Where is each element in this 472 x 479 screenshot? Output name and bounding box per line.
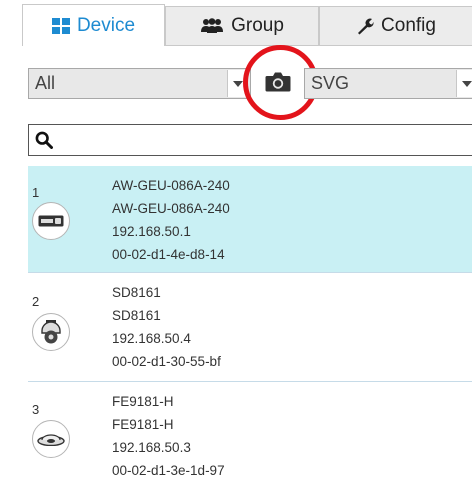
chevron-down-icon[interactable] bbox=[456, 70, 472, 97]
format-value: SVG bbox=[311, 73, 350, 93]
tab-divider bbox=[165, 45, 472, 46]
list-item[interactable]: 1 AW-GEU-086A-240 AW-GEU-086A-240 192.16… bbox=[28, 166, 472, 273]
device-details: FE9181-H FE9181-H 192.168.50.3 00-02-d1-… bbox=[112, 390, 225, 479]
device-model: SD8161 bbox=[112, 308, 161, 323]
fisheye-camera-icon bbox=[32, 420, 70, 458]
users-icon bbox=[200, 18, 224, 34]
search-box[interactable] bbox=[28, 124, 472, 156]
device-ip: 192.168.50.4 bbox=[112, 331, 191, 346]
device-ip: 192.168.50.1 bbox=[112, 224, 191, 239]
tab-config[interactable]: Config bbox=[319, 6, 472, 46]
device-panel: Device Group Config All SVG 1 AW-GEU-086… bbox=[22, 0, 472, 479]
tab-bar: Device Group Config bbox=[22, 0, 472, 46]
search-icon bbox=[29, 131, 59, 149]
device-model: FE9181-H bbox=[112, 417, 174, 432]
format-select[interactable]: SVG bbox=[304, 68, 472, 99]
device-list: 1 AW-GEU-086A-240 AW-GEU-086A-240 192.16… bbox=[28, 166, 472, 479]
device-mac: 00-02-d1-3e-1d-97 bbox=[112, 463, 225, 478]
device-index: 2 bbox=[32, 294, 40, 309]
device-ip: 192.168.50.3 bbox=[112, 440, 191, 455]
device-details: SD8161 SD8161 192.168.50.4 00-02-d1-30-5… bbox=[112, 281, 221, 373]
device-name: SD8161 bbox=[112, 285, 161, 300]
tab-config-label: Config bbox=[381, 15, 436, 36]
ptz-camera-icon bbox=[32, 313, 70, 351]
tab-device-label: Device bbox=[76, 14, 136, 36]
device-index: 1 bbox=[32, 185, 40, 200]
search-input[interactable] bbox=[59, 125, 472, 155]
device-name: AW-GEU-086A-240 bbox=[112, 178, 230, 193]
tab-group[interactable]: Group bbox=[165, 6, 319, 46]
list-item[interactable]: 2 SD8161 SD8161 192.168.50.4 00-02-d1-30… bbox=[28, 274, 472, 382]
tab-device[interactable]: Device bbox=[22, 4, 165, 46]
device-type-value: All bbox=[35, 73, 56, 93]
wrench-icon bbox=[356, 17, 374, 35]
device-mac: 00-02-d1-4e-d8-14 bbox=[112, 247, 225, 262]
switch-icon bbox=[32, 202, 70, 240]
grid-icon bbox=[51, 17, 70, 34]
device-model: AW-GEU-086A-240 bbox=[112, 201, 230, 216]
tab-group-label: Group bbox=[231, 15, 284, 36]
device-details: AW-GEU-086A-240 AW-GEU-086A-240 192.168.… bbox=[112, 174, 230, 266]
device-index: 3 bbox=[32, 402, 40, 417]
device-type-select[interactable]: All bbox=[28, 68, 251, 99]
list-item[interactable]: 3 FE9181-H FE9181-H 192.168.50.3 00-02-d… bbox=[28, 383, 472, 479]
device-mac: 00-02-d1-30-55-bf bbox=[112, 354, 221, 369]
device-name: FE9181-H bbox=[112, 394, 174, 409]
